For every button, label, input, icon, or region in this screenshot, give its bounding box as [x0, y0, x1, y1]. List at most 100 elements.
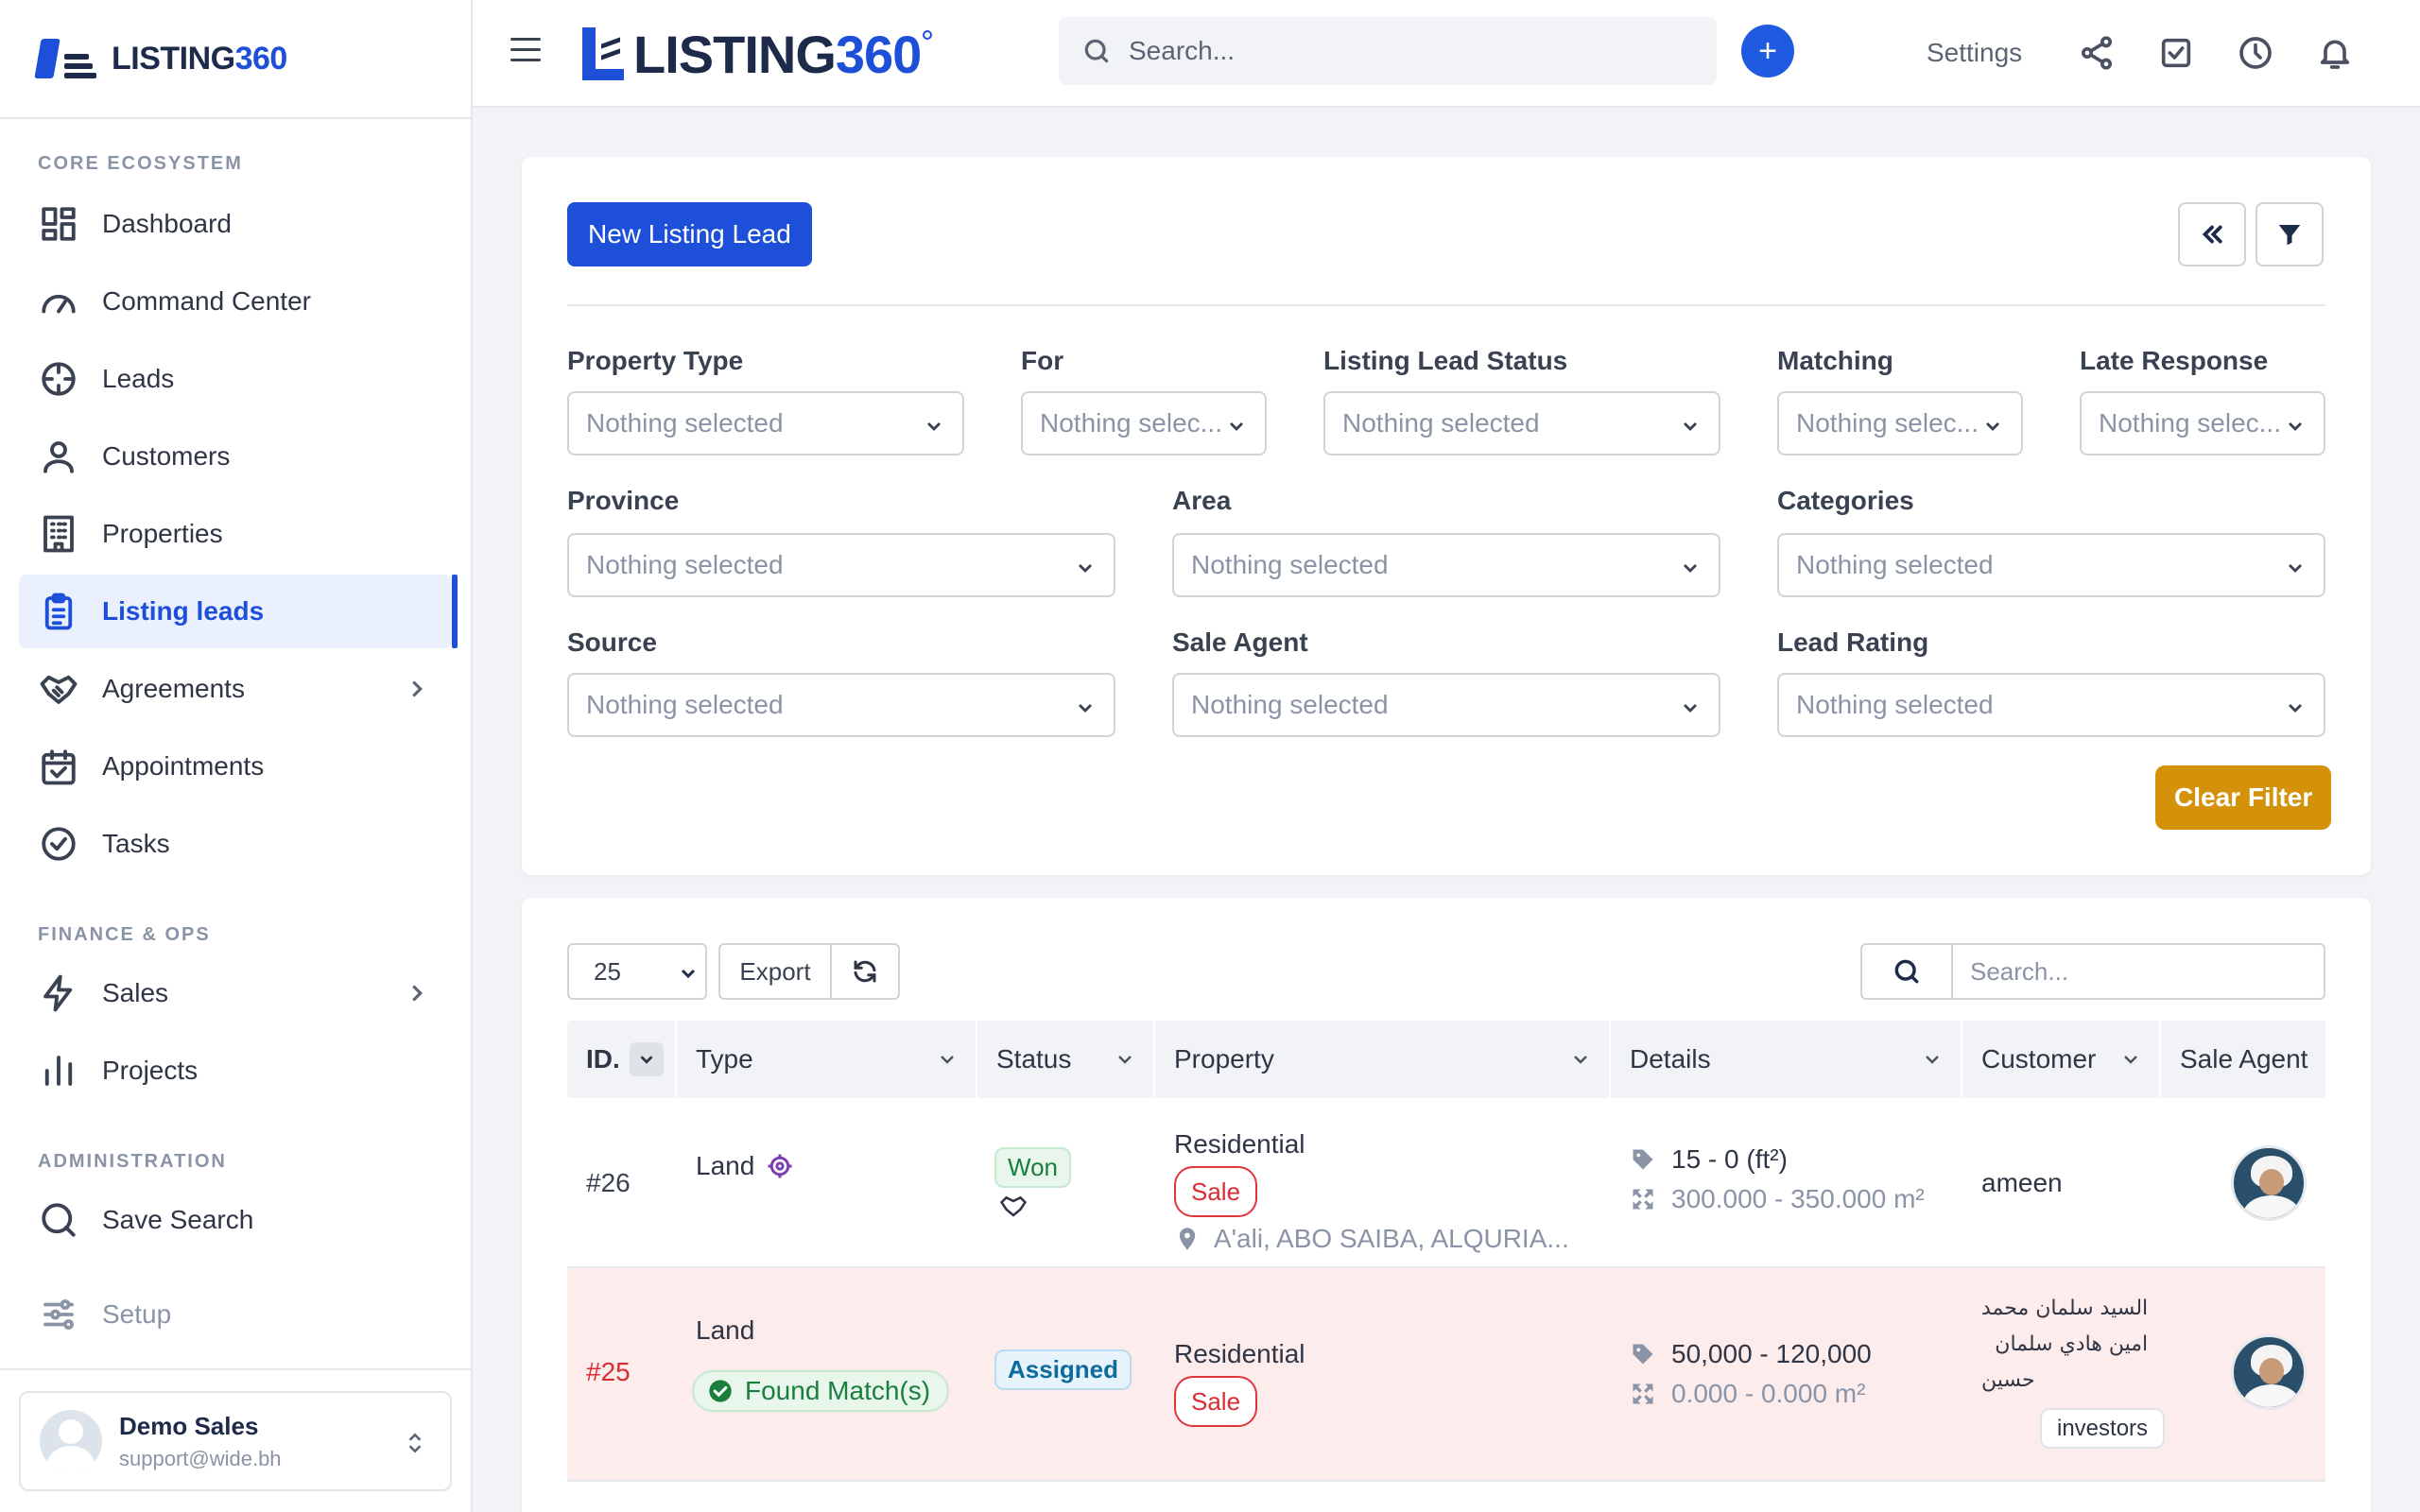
sidebar-item-sales[interactable]: Sales [19, 956, 452, 1030]
page-size-select[interactable]: 25 [567, 943, 707, 1000]
label-matching: Matching [1777, 346, 1893, 375]
select-listing-lead-status[interactable]: Nothing selected [1323, 391, 1720, 455]
chevron-down-icon [1981, 414, 2004, 437]
row-customer[interactable]: السيد سلمان محمد امين هادي سلمان حسين [1981, 1291, 2148, 1399]
found-match-badge[interactable]: Found Match(s) [692, 1370, 950, 1412]
sidebar-brand[interactable]: LISTING360 [0, 0, 471, 119]
column-header-details[interactable]: Details [1611, 1021, 1962, 1098]
chevron-down-icon [936, 1047, 959, 1077]
label-province: Province [567, 486, 680, 515]
table-search-input[interactable] [1953, 945, 2312, 998]
chevron-down-icon [629, 1042, 664, 1076]
quick-add-button[interactable]: + [1741, 25, 1794, 77]
sidebar-item-listing-leads[interactable]: Listing leads [19, 575, 458, 648]
user-name: Demo Sales [119, 1411, 259, 1440]
select-province[interactable]: Nothing selected [567, 533, 1115, 597]
table-row[interactable]: #25 Land Found Match(s) Assigned Residen… [567, 1268, 2325, 1482]
row-id: #26 [586, 1168, 631, 1197]
property-for-badge: Sale [1174, 1376, 1258, 1427]
filter-panel: New Listing Lead Property Type Nothing s… [522, 157, 2371, 875]
table-search[interactable] [1860, 943, 2325, 1000]
column-header-property[interactable]: Property [1155, 1021, 1611, 1098]
map-pin-icon [1179, 1228, 1196, 1250]
select-area[interactable]: Nothing selected [1172, 533, 1720, 597]
sidebar-item-tasks[interactable]: Tasks [19, 807, 452, 881]
collapse-filters-button[interactable] [2178, 202, 2246, 266]
column-header-customer[interactable]: Customer [1962, 1021, 2161, 1098]
clear-filter-button[interactable]: Clear Filter [2155, 765, 2332, 830]
select-lead-rating[interactable]: Nothing selected [1777, 673, 2325, 737]
bell-icon[interactable] [2316, 34, 2354, 72]
select-property-type[interactable]: Nothing selected [567, 391, 964, 455]
label-area: Area [1172, 486, 1232, 515]
export-button[interactable]: Export [718, 943, 832, 1000]
search-icon [38, 1199, 79, 1241]
topbar: LISTING360 + Settings [473, 0, 2420, 108]
column-header-status[interactable]: Status [977, 1021, 1155, 1098]
global-search[interactable] [1059, 17, 1717, 85]
filter-toggle-button[interactable] [2256, 202, 2324, 266]
avatar [40, 1410, 102, 1472]
column-header-sale-agent[interactable]: Sale Agent [2161, 1021, 2325, 1098]
customer-tag: investors [2040, 1408, 2166, 1449]
price-range: 50,000 - 120,000 [1671, 1339, 1872, 1368]
sidebar-item-label: Command Center [102, 286, 311, 316]
property-location: A'ali, ABO SAIBA, ALQURIA... [1214, 1224, 1569, 1253]
user-menu[interactable]: Demo Sales support@wide.bh [19, 1391, 452, 1491]
sidebar-item-dashboard[interactable]: Dashboard [19, 187, 452, 261]
section-core-ecosystem: CORE ECOSYSTEM [38, 153, 243, 174]
select-for[interactable]: Nothing selec... [1021, 391, 1267, 455]
gauge-icon [38, 281, 79, 322]
checkbox-icon[interactable] [2157, 34, 2195, 72]
sidebar-item-projects[interactable]: Projects [19, 1034, 452, 1108]
dashboard-icon [38, 203, 79, 245]
sidebar-item-label: Projects [102, 1056, 199, 1085]
refresh-button[interactable] [832, 943, 900, 1000]
area-range: 0.000 - 0.000 m² [1671, 1379, 1866, 1408]
hamburger-menu-icon[interactable] [510, 38, 541, 66]
registered-mark-icon [923, 30, 933, 40]
sidebar-item-leads[interactable]: Leads [19, 342, 452, 416]
topbar-logo[interactable]: LISTING360 [579, 23, 933, 85]
column-header-id[interactable]: ID. [567, 1021, 677, 1098]
select-sale-agent[interactable]: Nothing selected [1172, 673, 1720, 737]
sidebar-item-properties[interactable]: Properties [19, 497, 452, 571]
search-icon [1084, 39, 1109, 63]
chevron-down-icon [1074, 696, 1097, 718]
global-search-input[interactable] [1129, 36, 1658, 66]
share-icon[interactable] [2078, 34, 2116, 72]
row-customer[interactable]: ameen [1981, 1168, 2063, 1198]
clock-icon[interactable] [2237, 34, 2274, 72]
select-matching[interactable]: Nothing selec... [1777, 391, 2023, 455]
new-listing-lead-button[interactable]: New Listing Lead [567, 202, 812, 266]
column-header-type[interactable]: Type [677, 1021, 977, 1098]
sidebar-item-command-center[interactable]: Command Center [19, 265, 452, 338]
sidebar-item-customers[interactable]: Customers [19, 420, 452, 493]
sale-agent-avatar[interactable] [2231, 1145, 2307, 1221]
sidebar-item-label: Customers [102, 441, 231, 471]
select-late-response[interactable]: Nothing selec... [2080, 391, 2325, 455]
sidebar-item-setup[interactable]: Setup [19, 1278, 452, 1351]
sidebar-item-label: Listing leads [102, 596, 265, 626]
chevron-down-icon [2284, 696, 2307, 718]
handshake-icon [996, 1192, 1071, 1227]
table-row[interactable]: #26 Land Won Residential Sale A'ali, ABO… [567, 1098, 2325, 1268]
settings-link[interactable]: Settings [1927, 38, 2022, 68]
target-icon [768, 1154, 792, 1178]
sidebar-item-agreements[interactable]: Agreements [19, 652, 452, 726]
select-source[interactable]: Nothing selected [567, 673, 1115, 737]
sidebar-item-save-search[interactable]: Save Search [19, 1183, 452, 1257]
label-sale-agent: Sale Agent [1172, 627, 1308, 657]
chevron-down-icon [1679, 414, 1702, 437]
sidebar-item-label: Setup [102, 1299, 172, 1329]
column-label: Property [1174, 1044, 1274, 1074]
select-categories[interactable]: Nothing selected [1777, 533, 2325, 597]
row-type-label: Land [696, 1151, 755, 1180]
sidebar-item-appointments[interactable]: Appointments [19, 730, 452, 803]
page-size-value: 25 [594, 956, 621, 986]
row-status: Assigned [994, 1349, 1132, 1390]
sale-agent-avatar[interactable] [2231, 1334, 2307, 1410]
row-type-label: Land [696, 1315, 755, 1345]
sidebar-item-label: Save Search [102, 1205, 254, 1234]
sidebar-item-label: Sales [102, 978, 169, 1007]
